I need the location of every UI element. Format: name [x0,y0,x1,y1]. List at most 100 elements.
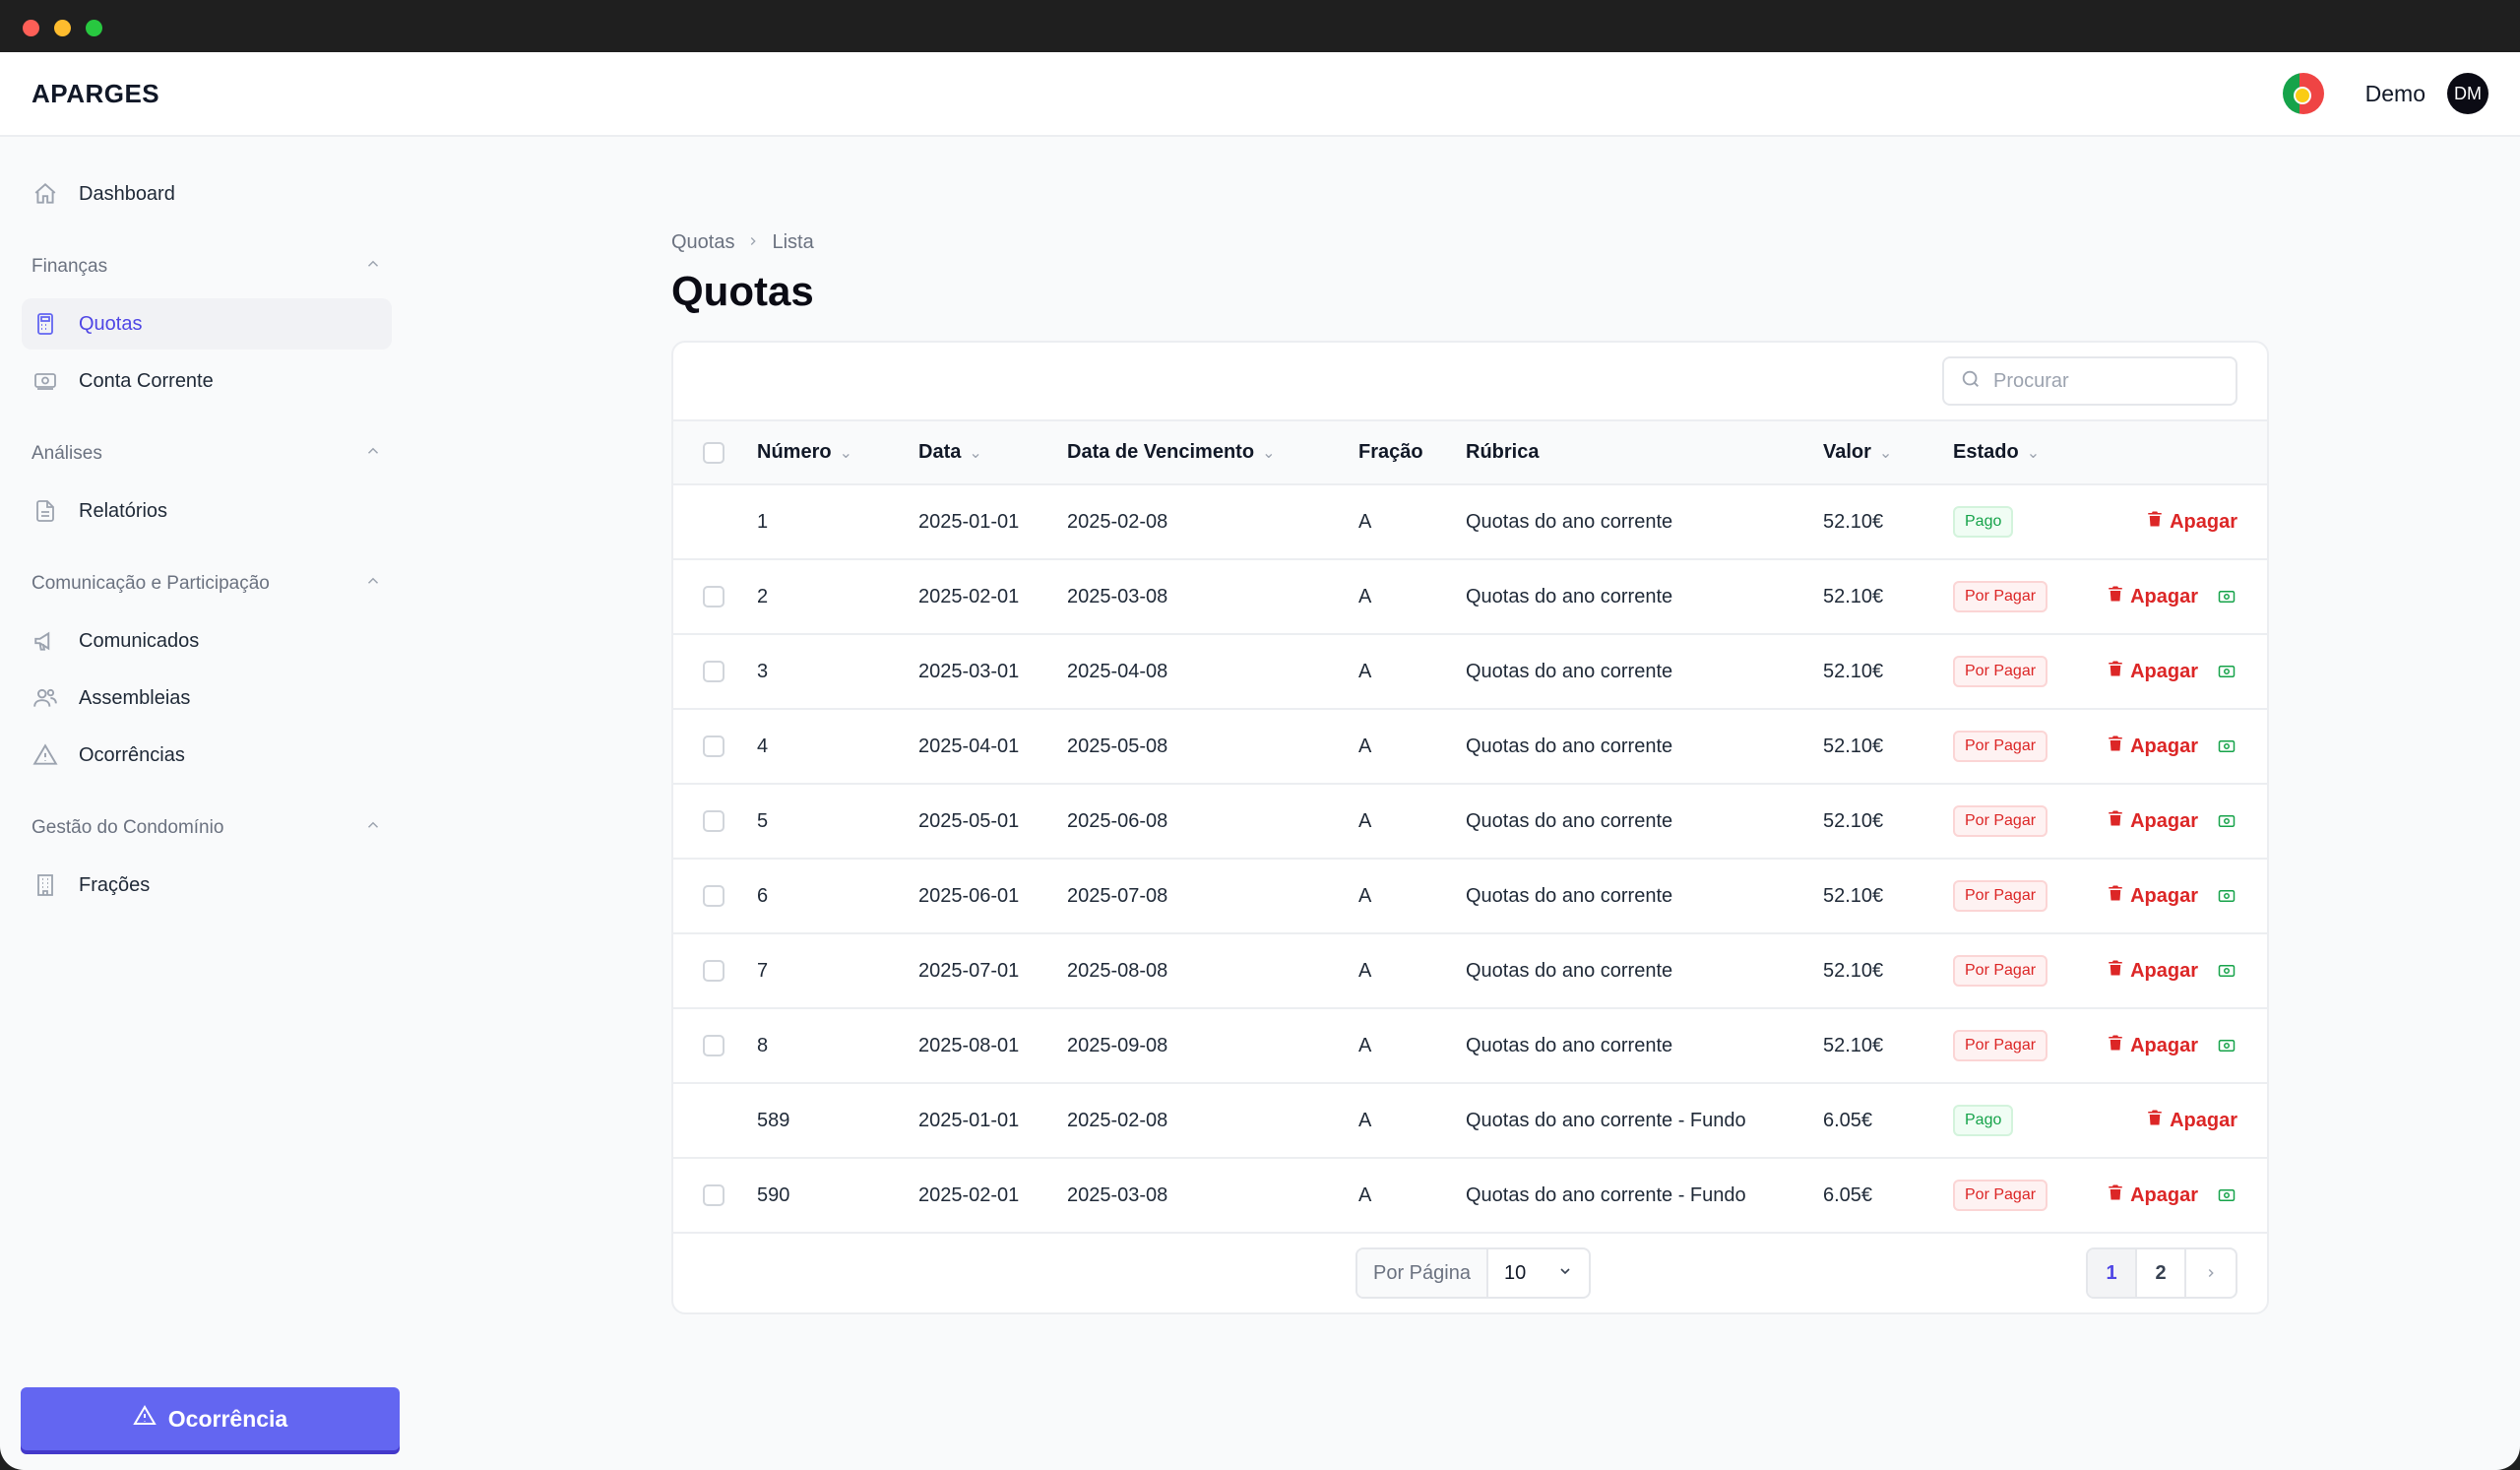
close-window-button[interactable] [23,20,39,36]
sidebar-item-fracoes[interactable]: Frações [22,860,392,911]
header-estado[interactable]: Estado ⌄ [1953,421,2101,485]
row-checkbox[interactable] [703,885,724,908]
search-input[interactable] [1993,369,2210,393]
page-1-button[interactable]: 1 [2088,1249,2137,1297]
table-footer: Por Página 10 1 2 [673,1234,2267,1312]
header-vencimento[interactable]: Data de Vencimento ⌄ [1067,421,1358,485]
report-button-label: Ocorrência [167,1405,288,1432]
row-checkbox[interactable] [703,1184,724,1207]
table-row[interactable]: 8 2025-08-01 2025-09-08 A Quotas do ano corr… [673,1008,2267,1083]
delete-label: Apagar [2130,660,2198,682]
row-checkbox[interactable] [703,810,724,833]
section-title: Comunicação e Participação [32,573,270,594]
minimize-window-button[interactable] [54,20,71,36]
row-checkbox[interactable] [703,735,724,758]
per-page-dropdown[interactable]: 10 [1488,1249,1589,1297]
pay-banknote-icon[interactable] [2216,887,2237,905]
brand-logo[interactable]: APARGES [32,79,159,109]
row-checkbox[interactable] [703,1035,724,1057]
sidebar-item-conta-corrente[interactable]: Conta Corrente [22,355,392,407]
cell-numero: 589 [757,1109,790,1131]
avatar[interactable]: DM [2447,73,2488,114]
sidebar-item-quotas[interactable]: Quotas [22,298,392,350]
pay-banknote-icon[interactable] [2216,962,2237,980]
trash-icon [2107,659,2124,684]
sidebar-item-dashboard[interactable]: Dashboard [22,168,392,220]
user-name[interactable]: Demo [2365,81,2426,107]
header-label: Data [918,441,962,463]
table-row[interactable]: 4 2025-04-01 2025-05-08 A Quotas do ano corr… [673,709,2267,784]
header-label: Data de Vencimento [1067,441,1255,463]
delete-button[interactable]: Apagar [2146,1108,2237,1133]
pay-banknote-icon[interactable] [2216,588,2237,606]
pay-banknote-icon[interactable] [2216,1186,2237,1204]
calculator-icon [32,310,59,338]
row-checkbox[interactable] [703,586,724,608]
cell-vencimento: 2025-04-08 [1067,660,1168,682]
language-flag-icon[interactable] [2282,73,2324,114]
table-row[interactable]: 589 2025-01-01 2025-02-08 A Quotas do ano co… [673,1083,2267,1158]
section-analises[interactable]: Análises [22,434,392,474]
page-2-button[interactable]: 2 [2137,1249,2186,1297]
header-data[interactable]: Data ⌄ [918,421,1067,485]
delete-button[interactable]: Apagar [2107,958,2198,984]
maximize-window-button[interactable] [86,20,102,36]
header-valor[interactable]: Valor ⌄ [1823,421,1953,485]
select-all-checkbox[interactable] [703,441,724,464]
per-page-select[interactable]: Por Página 10 [1355,1247,1591,1299]
report-occurrence-button[interactable]: Ocorrência [21,1387,400,1450]
delete-button[interactable]: Apagar [2107,1033,2198,1058]
table-row[interactable]: 3 2025-03-01 2025-04-08 A Quotas do ano corr… [673,634,2267,709]
cell-rubrica: Quotas do ano corrente [1466,959,1673,982]
sidebar-item-ocorrencias[interactable]: Ocorrências [22,730,392,781]
section-comunicacao[interactable]: Comunicação e Participação [22,564,392,604]
header-fracao: Fração [1358,421,1466,485]
section-title: Finanças [32,256,108,277]
pay-banknote-icon[interactable] [2216,1037,2237,1055]
sidebar-item-label: Comunicados [79,629,200,652]
delete-label: Apagar [2130,585,2198,607]
section-gestao[interactable]: Gestão do Condomínio [22,808,392,848]
table-row[interactable]: 590 2025-02-01 2025-03-08 A Quotas do ano co… [673,1158,2267,1233]
pay-banknote-icon[interactable] [2216,737,2237,755]
breadcrumb-lista[interactable]: Lista [772,231,813,254]
cell-vencimento: 2025-07-08 [1067,884,1168,907]
header-numero[interactable]: Número ⌄ [757,421,918,485]
trash-icon [2107,808,2124,834]
next-page-button[interactable] [2186,1249,2236,1297]
sidebar-item-assembleias[interactable]: Assembleias [22,672,392,724]
delete-button[interactable]: Apagar [2107,1182,2198,1208]
status-badge: Por Pagar [1953,805,2048,837]
delete-button[interactable]: Apagar [2146,509,2237,535]
table-row[interactable]: 2 2025-02-01 2025-03-08 A Quotas do ano corr… [673,559,2267,634]
cell-fracao: A [1358,809,1372,832]
table-row[interactable]: 5 2025-05-01 2025-06-08 A Quotas do ano corr… [673,784,2267,859]
row-checkbox[interactable] [703,960,724,983]
cell-valor: 52.10€ [1823,959,1884,982]
table-row[interactable]: 1 2025-01-01 2025-02-08 A Quotas do ano corr… [673,484,2267,559]
delete-label: Apagar [2130,735,2198,757]
per-page-label: Por Página [1357,1249,1488,1297]
cell-rubrica: Quotas do ano corrente [1466,809,1673,832]
delete-button[interactable]: Apagar [2107,808,2198,834]
delete-button[interactable]: Apagar [2107,584,2198,609]
cell-data: 2025-05-01 [918,809,1020,832]
delete-button[interactable]: Apagar [2107,734,2198,759]
sidebar-item-relatorios[interactable]: Relatórios [22,485,392,537]
delete-button[interactable]: Apagar [2107,659,2198,684]
section-financas[interactable]: Finanças [22,247,392,287]
sidebar-item-comunicados[interactable]: Comunicados [22,615,392,667]
table-row[interactable]: 7 2025-07-01 2025-08-08 A Quotas do ano corr… [673,933,2267,1008]
header-rubrica: Rúbrica [1466,421,1823,485]
pay-banknote-icon[interactable] [2216,663,2237,680]
cell-rubrica: Quotas do ano corrente - Fundo [1466,1109,1746,1131]
table-body: 1 2025-01-01 2025-02-08 A Quotas do ano corr… [673,484,2267,1233]
pay-banknote-icon[interactable] [2216,812,2237,830]
table-row[interactable]: 6 2025-06-01 2025-07-08 A Quotas do ano corr… [673,859,2267,933]
cell-numero: 3 [757,660,769,682]
row-checkbox[interactable] [703,661,724,683]
breadcrumb-quotas[interactable]: Quotas [671,231,734,254]
app-window: APARGES Demo DM Dashboard Finanças Quota… [0,52,2520,1470]
page-title: Quotas [671,268,814,314]
delete-button[interactable]: Apagar [2107,883,2198,909]
